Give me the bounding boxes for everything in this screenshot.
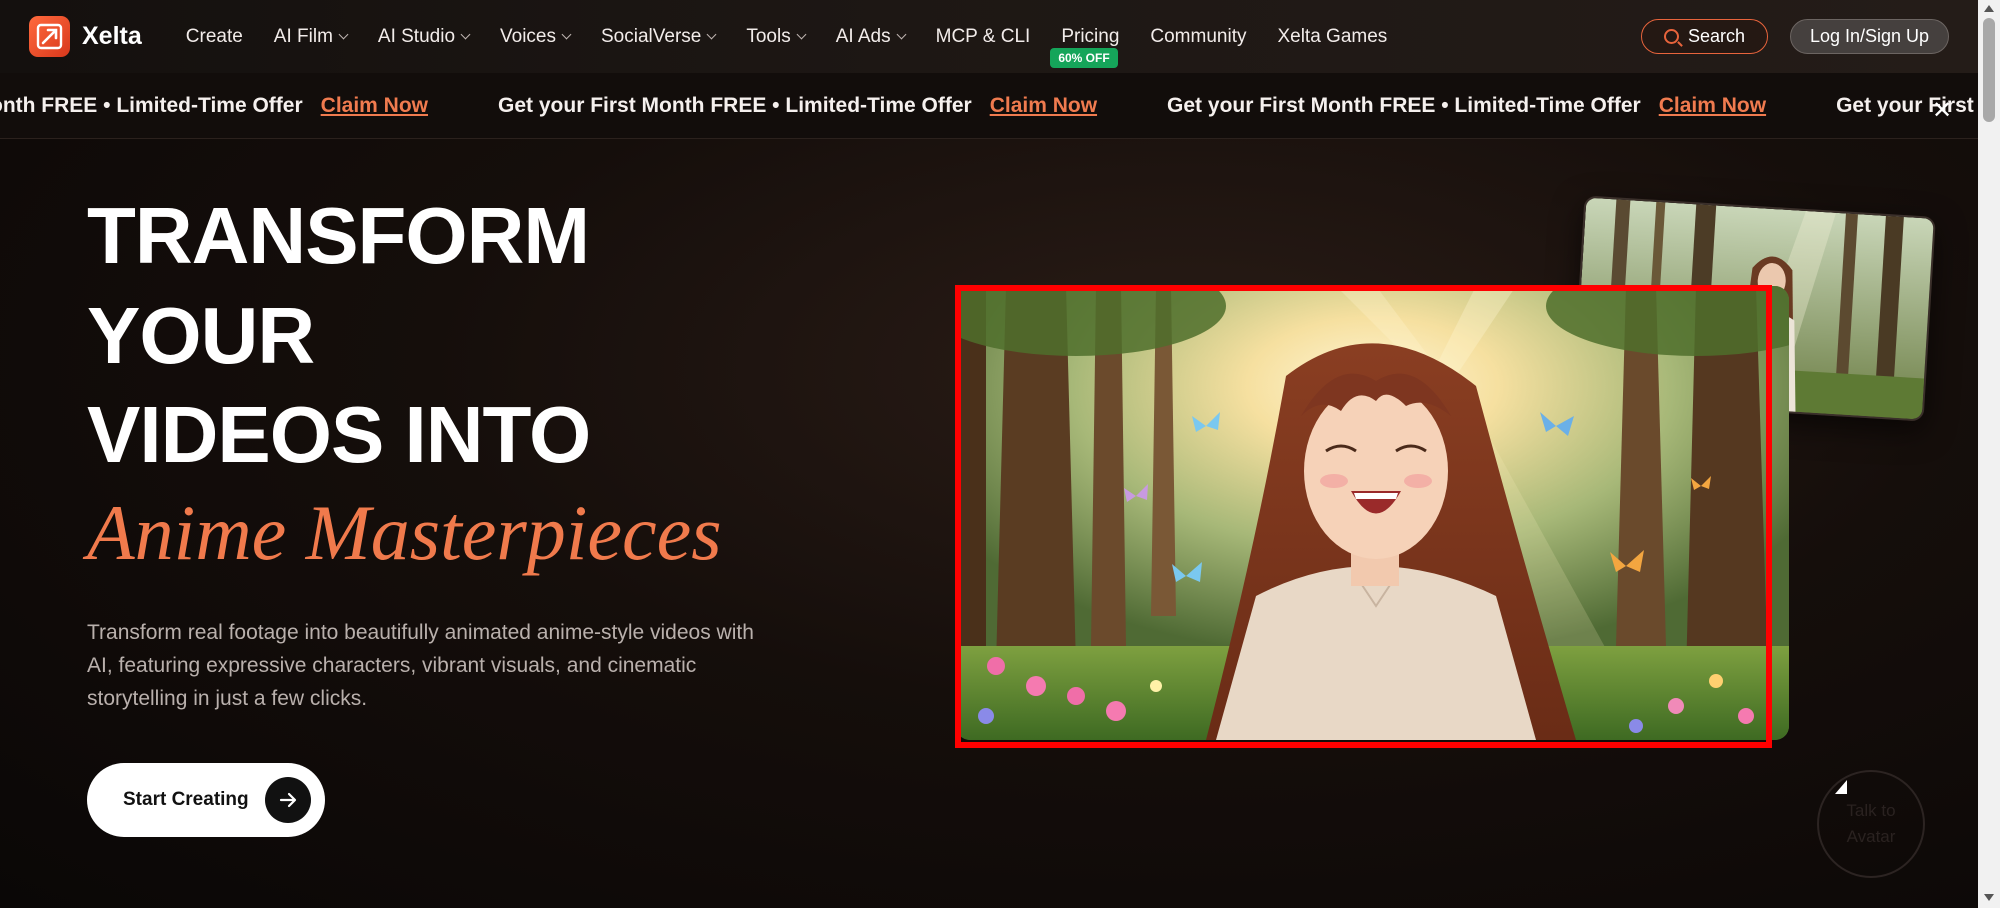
login-signup-button[interactable]: Log In/Sign Up	[1790, 19, 1949, 54]
claim-now-link[interactable]: Claim Now	[321, 94, 428, 118]
promo-banner: onth FREE • Limited-Time Offer Claim Now G…	[0, 73, 1978, 139]
talk-to-avatar-widget[interactable]: Talk to Avatar	[1817, 770, 1925, 878]
nav-item-label: AI Studio	[377, 25, 456, 47]
nav-item-label: Voices	[500, 25, 556, 47]
nav-item-label: Tools	[746, 25, 791, 47]
avatar-thumbnail-icon	[1835, 780, 1847, 794]
discount-badge: 60% OFF	[1050, 48, 1118, 68]
start-creating-button[interactable]: Start Creating	[87, 763, 325, 837]
nav-item-create[interactable]: Create	[186, 0, 243, 73]
chevron-down-icon	[460, 29, 471, 40]
search-icon	[1663, 29, 1679, 44]
chevron-down-icon	[706, 29, 717, 40]
promo-marquee: onth FREE • Limited-Time Offer Claim Now G…	[0, 73, 1978, 138]
hero-title-line-3: VIDEOS INTO	[87, 390, 591, 479]
chevron-down-icon	[561, 29, 572, 40]
promo-text: onth FREE • Limited-Time Offer	[0, 94, 303, 117]
anime-image	[956, 286, 1789, 740]
nav-item-label: Create	[185, 25, 243, 47]
promo-segment: Get your First Month FREE • Limited-Time…	[498, 94, 1097, 118]
promo-text: Get your First Month FREE • Limited-Time…	[498, 94, 972, 117]
hero-title-line-2: YOUR	[87, 291, 315, 380]
nav-item-mcp-cli[interactable]: MCP & CLI	[936, 0, 1031, 73]
nav-item-xelta-games[interactable]: Xelta Games	[1277, 0, 1387, 73]
nav-item-label: Community	[1150, 25, 1247, 47]
hero-section: TRANSFORM YOUR VIDEOS INTO Anime Masterp…	[0, 139, 1978, 908]
nav-item-voices[interactable]: Voices	[500, 0, 572, 73]
nav-item-tools[interactable]: Tools	[746, 0, 807, 73]
xelta-logo-icon	[29, 16, 70, 57]
arrow-right-icon	[265, 777, 311, 823]
hero-title-line-1: TRANSFORM	[87, 191, 590, 280]
promo-segment: Get your First Month FREE • Limited-Time…	[1167, 94, 1766, 118]
start-creating-label: Start Creating	[123, 789, 249, 810]
promo-text: Get your First Month FREE • Limited-Time…	[1167, 94, 1641, 117]
nav-item-label: MCP & CLI	[935, 25, 1031, 47]
brand-name: Xelta	[82, 22, 142, 50]
search-button[interactable]: Search	[1641, 19, 1768, 54]
brand-logo[interactable]: Xelta	[29, 16, 142, 57]
nav-menu: Create AI Film AI Studio Voices SocialVerse T…	[186, 0, 1419, 73]
chevron-down-icon	[338, 29, 349, 40]
nav-item-ai-studio[interactable]: AI Studio	[377, 0, 471, 73]
scroll-up-arrow-icon[interactable]	[1984, 5, 1994, 12]
nav-item-ai-ads[interactable]: AI Ads	[835, 0, 907, 73]
anime-output-preview	[955, 285, 1789, 748]
scroll-down-arrow-icon[interactable]	[1984, 894, 1994, 901]
scroll-thumb[interactable]	[1983, 18, 1995, 122]
widget-line-2: Avatar	[1846, 827, 1896, 846]
nav-item-label: AI Film	[273, 25, 333, 47]
chevron-down-icon	[896, 29, 907, 40]
nav-item-community[interactable]: Community	[1150, 0, 1246, 73]
claim-now-link[interactable]: Claim Now	[990, 94, 1097, 118]
widget-line-1: Talk to	[1846, 801, 1896, 820]
nav-item-label: Xelta Games	[1277, 25, 1388, 47]
chevron-down-icon	[796, 29, 807, 40]
nav-item-label: AI Ads	[835, 25, 891, 47]
nav-item-socialverse[interactable]: SocialVerse	[601, 0, 717, 73]
top-navbar: Xelta Create AI Film AI Studio Voices Social…	[0, 0, 1978, 73]
nav-item-ai-film[interactable]: AI Film	[273, 0, 349, 73]
page-scrollbar[interactable]	[1978, 0, 2000, 908]
promo-segment: Get your First Mo	[1836, 94, 1978, 118]
promo-text: Get your First Mo	[1836, 94, 1978, 117]
nav-item-label: SocialVerse	[601, 25, 702, 47]
close-icon[interactable]: ✕	[1932, 96, 1952, 125]
nav-item-label: Pricing	[1061, 25, 1120, 47]
search-label: Search	[1687, 26, 1746, 46]
promo-segment: onth FREE • Limited-Time Offer Claim Now	[0, 94, 428, 118]
hero-description: Transform real footage into beautifully …	[87, 621, 754, 710]
hero-title-accent: Anime Masterpieces	[87, 489, 722, 576]
claim-now-link[interactable]: Claim Now	[1659, 94, 1766, 118]
nav-item-pricing[interactable]: Pricing 60% OFF	[1050, 0, 1120, 73]
